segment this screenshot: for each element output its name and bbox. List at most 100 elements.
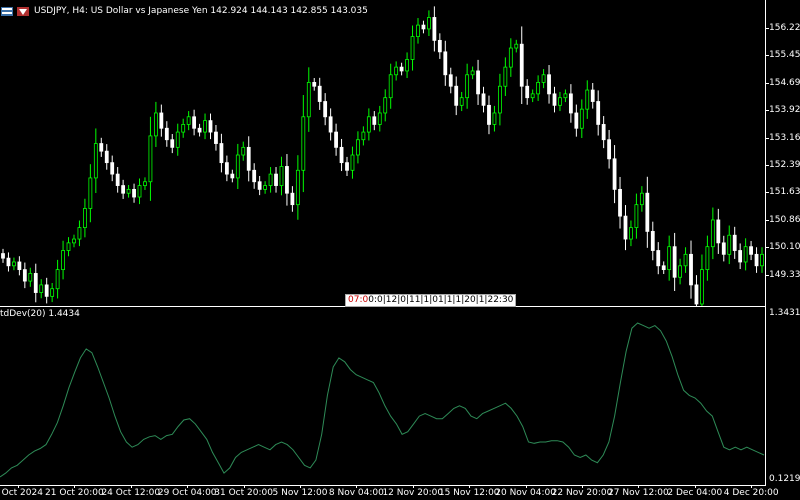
candle [678, 258, 682, 285]
candle-body [6, 257, 11, 267]
candle-body [28, 273, 33, 282]
candle [224, 155, 229, 182]
candle-body [416, 24, 420, 37]
candle-body [263, 185, 268, 190]
time-tick-label: 15 Nov 12:00 [438, 488, 500, 498]
candle [170, 133, 175, 154]
stddev-indicator-chart[interactable] [0, 306, 766, 486]
candle [760, 247, 764, 273]
candle-body [590, 89, 595, 102]
candle-body [44, 284, 49, 297]
price-tick-label: 149.335 [769, 269, 800, 280]
indicator-label: tdDev(20) 1.4434 [0, 309, 80, 319]
candle [39, 279, 44, 299]
candle [727, 225, 732, 265]
candle-body [208, 120, 213, 133]
candle [700, 254, 704, 306]
candle-body [148, 135, 153, 183]
candle-body [508, 47, 513, 68]
price-tick-label: 153.160 [769, 132, 800, 143]
time-tick-label: 7 Oct 2024 [0, 488, 43, 498]
candle-body [732, 234, 737, 251]
time-tick-label: 29 Oct 04:00 [157, 488, 217, 498]
price-tick-label: 153.925 [769, 105, 800, 116]
candle [99, 137, 104, 157]
candle-body [760, 253, 764, 267]
candle [148, 116, 153, 201]
candle-body [618, 188, 622, 217]
candle [519, 26, 524, 104]
candle-body [432, 17, 437, 41]
candle [263, 181, 268, 194]
chart-settings-icon[interactable] [1, 7, 13, 16]
candle-body [197, 127, 202, 133]
mt5-chart-window[interactable]: USDJPY, H4: US Dollar vs Japanese Yen 14… [0, 0, 800, 500]
time-tick-label: 31 Oct 20:00 [214, 488, 273, 498]
candle-body [497, 85, 502, 114]
candle-body [623, 215, 628, 240]
price-chart[interactable] [0, 0, 766, 306]
price-axis-line [765, 0, 766, 486]
candle-body [683, 253, 688, 267]
candle-body [563, 93, 568, 99]
candle [285, 154, 289, 206]
candle [208, 113, 213, 140]
candle [399, 62, 404, 76]
time-tick-label: 5 Nov 12:00 [272, 488, 328, 498]
candle-body [317, 85, 322, 102]
time-tick-label: 27 Nov 12:00 [608, 488, 669, 498]
candle [416, 18, 420, 44]
candle [383, 89, 388, 122]
candle-body [383, 97, 388, 114]
candle [159, 104, 164, 137]
candle-body [235, 154, 240, 179]
candle [421, 20, 426, 34]
price-tick-label: 150.865 [769, 214, 800, 225]
time-axis-line [0, 485, 766, 486]
candle [290, 186, 295, 212]
candle-body [427, 17, 431, 30]
candle [88, 164, 93, 223]
candle-body [66, 242, 71, 251]
candle [547, 65, 551, 104]
candle-body [88, 177, 93, 209]
candle [361, 126, 366, 146]
candle-body [470, 70, 475, 76]
time-tick-mark [243, 485, 245, 488]
candle [503, 57, 508, 96]
candle-body [99, 143, 104, 152]
candle-body [596, 101, 601, 125]
candle [623, 205, 628, 251]
indicator-max-label: 1.3431 [769, 308, 800, 318]
candle-body [547, 74, 551, 95]
candle [66, 237, 71, 257]
candle [634, 193, 639, 239]
candle-body [634, 204, 639, 228]
candle-body [372, 116, 377, 125]
candle-body [219, 143, 224, 164]
candle-body [574, 112, 579, 129]
candle [476, 59, 480, 105]
candle [716, 208, 721, 254]
candle [22, 262, 27, 289]
time-tick-mark [525, 485, 527, 488]
candle-body [22, 269, 27, 282]
candle-body [514, 43, 519, 49]
candle-body [143, 181, 147, 186]
candle-body [612, 158, 617, 190]
candle [230, 169, 235, 183]
one-click-trading-icon[interactable] [17, 7, 29, 16]
candle [110, 155, 115, 182]
candle-body [558, 97, 562, 106]
candle [601, 116, 606, 149]
candle-body [170, 139, 175, 148]
time-tick-mark [412, 485, 414, 488]
candle-body [230, 173, 235, 179]
candle [192, 109, 197, 136]
candle-body [274, 173, 278, 186]
candle [754, 247, 759, 273]
candle [301, 95, 306, 193]
candle-body [279, 166, 284, 186]
candle [366, 108, 371, 141]
candle-body [290, 192, 295, 206]
